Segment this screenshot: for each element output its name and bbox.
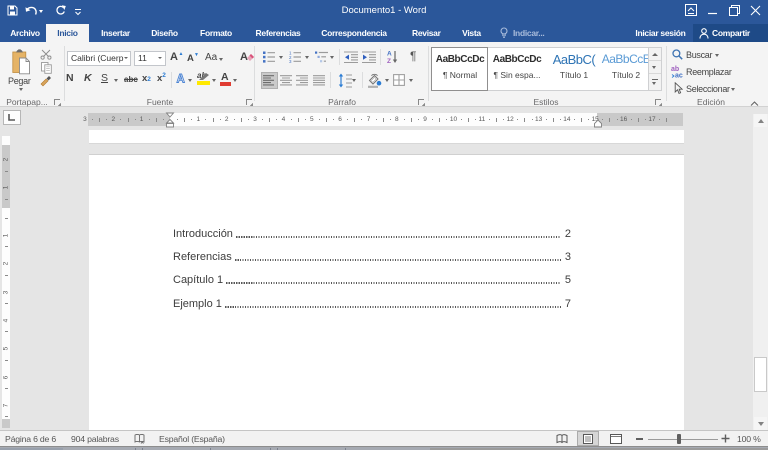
svg-text:3: 3	[289, 59, 292, 63]
svg-text:ac: ac	[675, 73, 683, 79]
svg-text:A: A	[387, 51, 392, 58]
svg-text:Z: Z	[387, 58, 391, 64]
svg-text:A: A	[177, 74, 185, 85]
